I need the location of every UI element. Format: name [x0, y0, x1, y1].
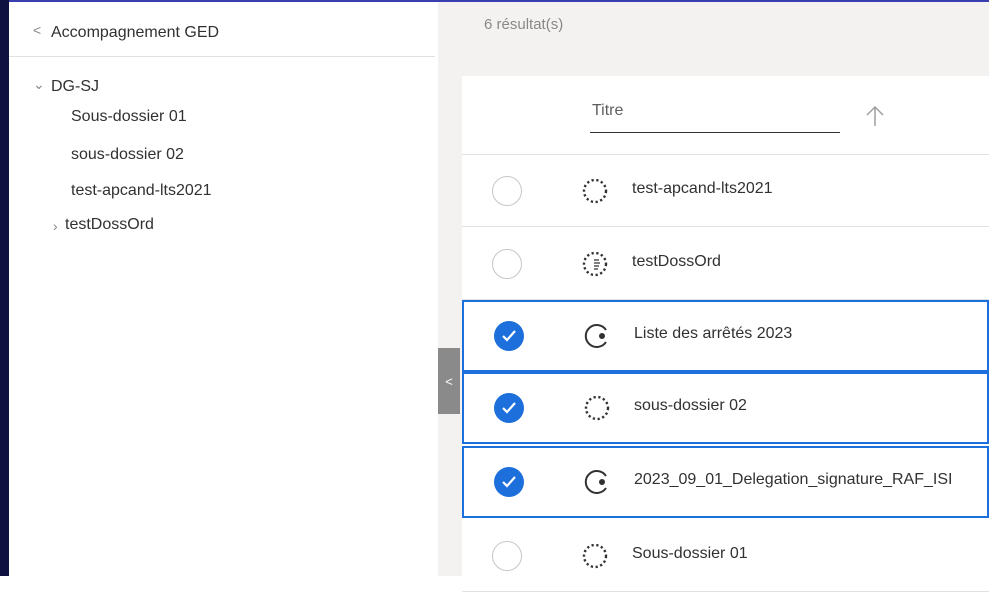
dotted-circle-icon — [580, 541, 610, 571]
row-title[interactable]: 2023_09_01_Delegation_signature_RAF_ISI — [634, 471, 952, 489]
table-row[interactable]: test-apcand-lts2021 — [462, 155, 989, 227]
column-header — [462, 76, 989, 155]
chevron-right-icon[interactable]: › — [53, 218, 58, 234]
sidebar-header[interactable]: < Accompagnement GED — [9, 2, 435, 57]
back-chevron-icon[interactable]: < — [33, 22, 41, 38]
column-title[interactable]: Titre — [592, 102, 623, 120]
row-title[interactable]: testDossOrd — [632, 253, 721, 271]
table-row[interactable]: 2023_09_01_Delegation_signature_RAF_ISI — [462, 446, 989, 518]
tree-item-testdossord[interactable]: testDossOrd — [65, 216, 154, 234]
tree-item-root[interactable]: DG-SJ — [51, 78, 99, 96]
table-row[interactable]: sous-dossier 02 — [462, 372, 989, 444]
column-title-underline — [590, 132, 840, 133]
selected-check-icon[interactable] — [494, 467, 524, 497]
chevron-down-icon[interactable]: ⌄ — [33, 76, 45, 93]
collapse-sidebar-button[interactable]: < — [438, 348, 460, 414]
table-row[interactable]: Sous-dossier 01 — [462, 520, 989, 592]
row-title[interactable]: Sous-dossier 01 — [632, 545, 748, 563]
tree-item-test-apcand[interactable]: test-apcand-lts2021 — [71, 182, 212, 200]
app-left-bar — [0, 0, 9, 576]
dotted-circle-lines-icon — [580, 249, 610, 279]
sidebar: < Accompagnement GED ⌄ DG-SJ Sous-dossie… — [9, 2, 435, 576]
open-circle-dot-icon — [582, 321, 612, 351]
sidebar-title[interactable]: Accompagnement GED — [51, 24, 219, 42]
select-checkbox[interactable] — [492, 175, 522, 206]
row-title[interactable]: test-apcand-lts2021 — [632, 180, 773, 198]
dotted-circle-icon — [582, 393, 612, 423]
table-row[interactable]: testDossOrd — [462, 228, 989, 300]
select-checkbox[interactable] — [492, 248, 522, 279]
table-row[interactable]: Liste des arrêtés 2023 — [462, 300, 989, 372]
arrow-up-icon[interactable] — [864, 104, 886, 133]
row-title[interactable]: sous-dossier 02 — [634, 397, 747, 415]
open-circle-dot-icon — [582, 467, 612, 497]
selected-check-icon[interactable] — [494, 393, 524, 423]
tree-item-sous-dossier-02[interactable]: sous-dossier 02 — [71, 146, 184, 164]
row-title[interactable]: Liste des arrêtés 2023 — [634, 325, 792, 343]
result-count: 6 résultat(s) — [484, 16, 564, 33]
dotted-circle-icon — [580, 176, 610, 206]
selected-check-icon[interactable] — [494, 321, 524, 351]
select-checkbox[interactable] — [492, 540, 522, 571]
tree-item-sous-dossier-01[interactable]: Sous-dossier 01 — [71, 108, 187, 126]
